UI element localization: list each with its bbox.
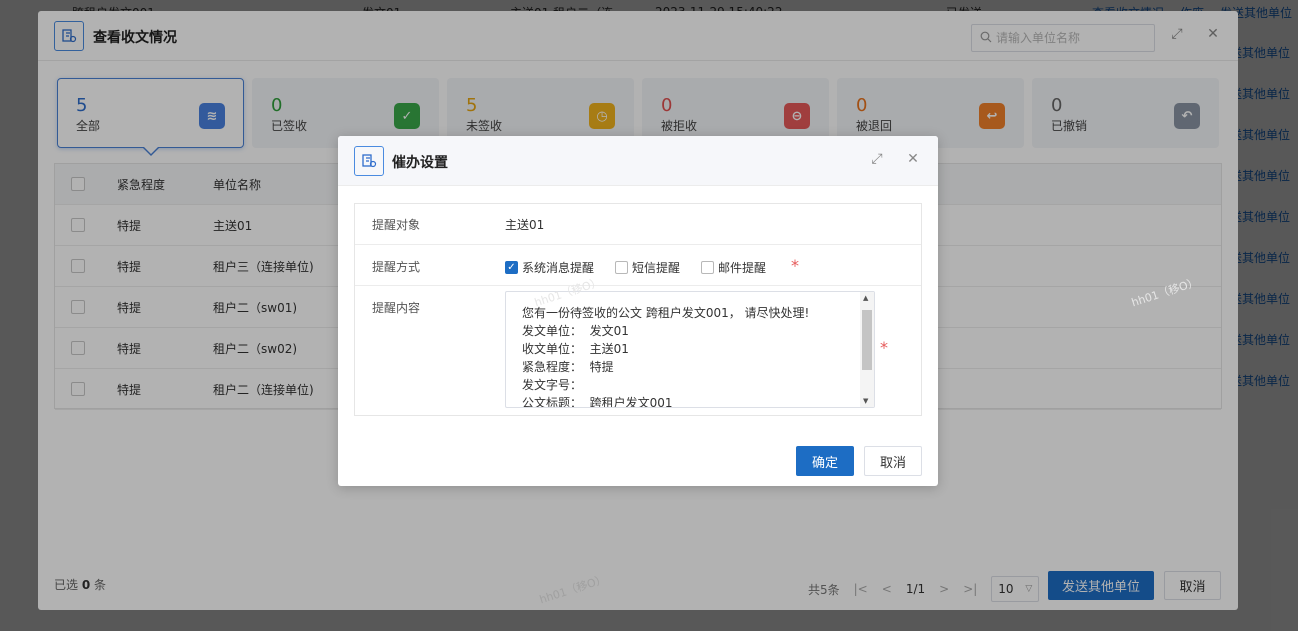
checkbox-checked-icon: ✓ bbox=[505, 261, 518, 274]
sms-checkbox[interactable]: 短信提醒 bbox=[615, 259, 680, 276]
checkbox-label: 短信提醒 bbox=[632, 261, 681, 275]
dialog-header: 催办设置 ⤢ ✕ bbox=[338, 136, 938, 186]
checkbox-box bbox=[701, 261, 714, 274]
required-mark: * bbox=[791, 256, 799, 275]
email-checkbox[interactable]: 邮件提醒 bbox=[701, 259, 766, 276]
system-message-checkbox[interactable]: ✓ 系统消息提醒 bbox=[505, 259, 594, 276]
checkbox-label: 邮件提醒 bbox=[718, 261, 767, 275]
method-label: 提醒方式 bbox=[372, 260, 421, 274]
form-row-target: 提醒对象 主送01 bbox=[355, 204, 921, 245]
target-value: 主送01 bbox=[505, 218, 545, 232]
cancel-button[interactable]: 取消 bbox=[864, 446, 922, 476]
reminder-form: 提醒对象 主送01 提醒方式 ✓ 系统消息提醒 短信提醒 邮件提醒 * 提醒内容… bbox=[354, 203, 1200, 416]
confirm-button[interactable]: 确定 bbox=[796, 446, 854, 476]
content-label: 提醒内容 bbox=[372, 301, 421, 315]
close-icon[interactable]: ✕ bbox=[904, 151, 922, 167]
required-mark: * bbox=[880, 338, 888, 357]
maximize-icon[interactable]: ⤢ bbox=[868, 151, 886, 167]
checkbox-box bbox=[615, 261, 628, 274]
checkbox-label: 系统消息提醒 bbox=[522, 261, 595, 275]
form-row-content: 提醒内容 您有一份待签收的公文 跨租户发文001， 请尽快处理! 发文单位： 发… bbox=[355, 276, 1200, 415]
target-label: 提醒对象 bbox=[372, 218, 421, 232]
scroll-up-icon[interactable]: ▲ bbox=[863, 294, 868, 302]
reminder-settings-dialog: 催办设置 ⤢ ✕ 提醒对象 主送01 提醒方式 ✓ 系统消息提醒 短信提醒 邮件… bbox=[338, 136, 1200, 486]
scroll-down-icon[interactable]: ▼ bbox=[863, 397, 868, 405]
reminder-content-textarea[interactable]: 您有一份待签收的公文 跨租户发文001， 请尽快处理! 发文单位： 发文01 收… bbox=[505, 291, 875, 408]
dialog-title: 催办设置 bbox=[392, 155, 448, 171]
form-row-method: 提醒方式 ✓ 系统消息提醒 短信提醒 邮件提醒 * bbox=[355, 245, 921, 286]
scrollbar-thumb[interactable] bbox=[862, 310, 872, 370]
document-icon bbox=[354, 146, 384, 176]
scrollbar-track: ▲ ▼ bbox=[860, 292, 874, 407]
textarea-scrollbar[interactable]: ▲ ▼ bbox=[860, 292, 874, 407]
